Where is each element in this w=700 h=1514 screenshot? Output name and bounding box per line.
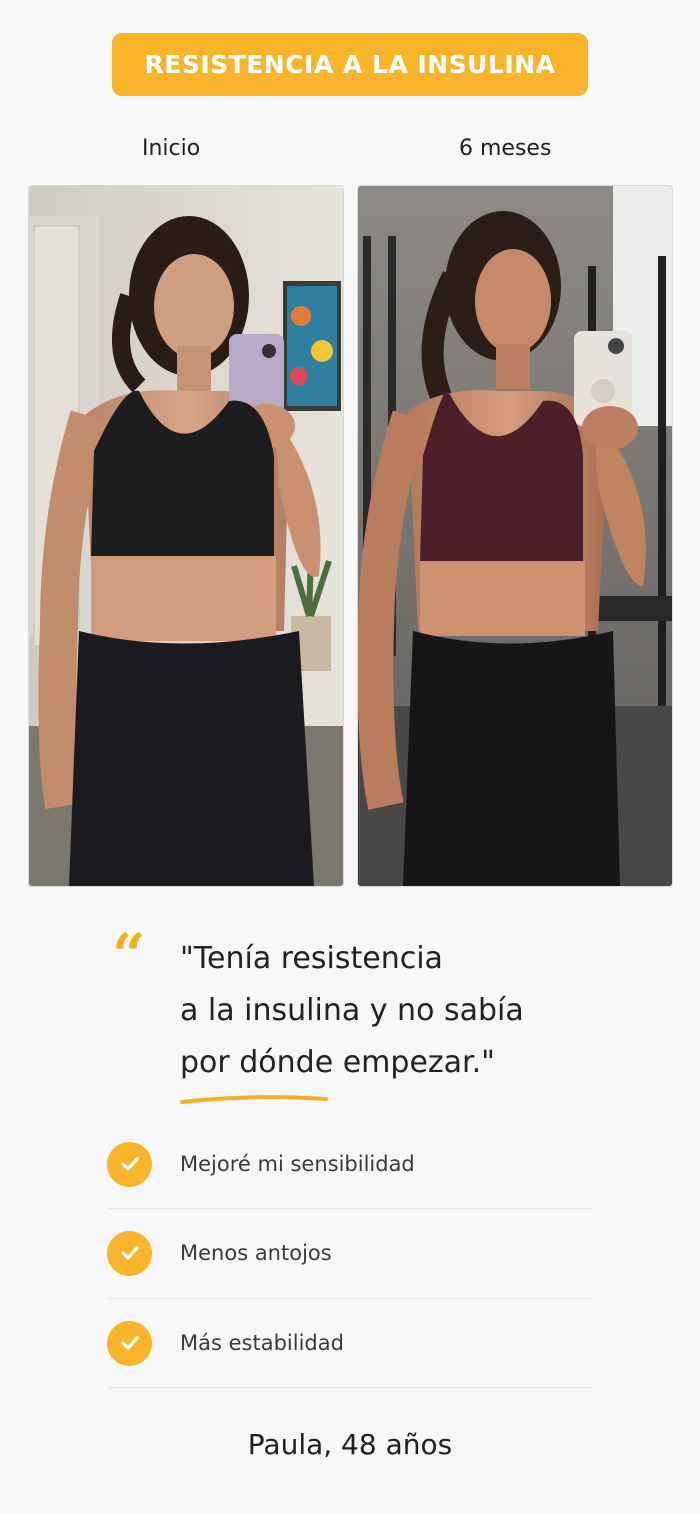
testimonial-card: RESISTENCIA A LA INSULINA Inicio 6 meses [0, 0, 700, 1514]
quote-icon: “ [112, 921, 146, 989]
benefit-label: Más estabilidad [180, 1331, 344, 1355]
quote-line: "Tenía resistencia [180, 941, 443, 976]
benefit-label: Menos antojos [180, 1241, 332, 1265]
before-photo [28, 185, 344, 887]
benefit-item: Mejoré mi sensibilidad [107, 1120, 593, 1208]
benefit-label: Mejoré mi sensibilidad [180, 1152, 415, 1176]
quote-underline [180, 1095, 328, 1104]
check-icon [107, 1230, 152, 1276]
quote-line: por dónde empezar." [180, 1045, 495, 1080]
before-label: Inicio [142, 136, 201, 161]
divider [107, 1387, 593, 1388]
condition-badge: RESISTENCIA A LA INSULINA [112, 33, 588, 96]
check-icon [107, 1320, 152, 1366]
benefit-item: Menos antojos [107, 1209, 593, 1297]
check-icon [107, 1141, 152, 1187]
after-photo [357, 185, 673, 887]
quote-line: a la insulina y no sabía [180, 993, 524, 1028]
benefit-item: Más estabilidad [107, 1299, 593, 1387]
testimonial-quote: "Tenía resistencia a la insulina y no sa… [180, 933, 600, 1089]
author-name: Paula, 48 años [247, 1428, 453, 1461]
after-label: 6 meses [459, 136, 552, 161]
